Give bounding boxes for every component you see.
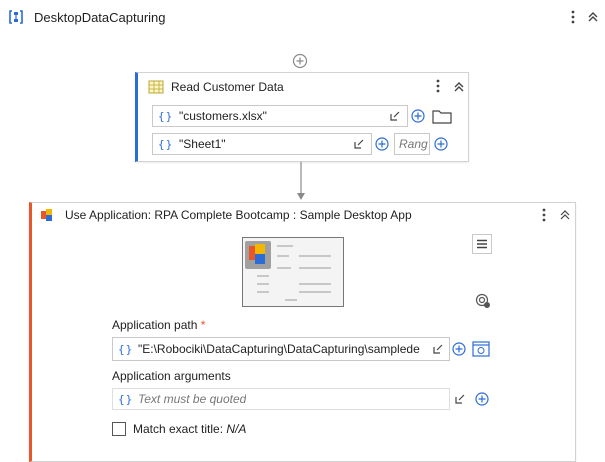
menu-lines-icon[interactable] bbox=[472, 234, 492, 254]
excel-icon bbox=[148, 80, 164, 94]
plus-circle-icon[interactable] bbox=[375, 137, 389, 151]
more-options-icon[interactable] bbox=[433, 78, 443, 94]
match-exact-title-value: N/A bbox=[226, 422, 247, 436]
app-path-field[interactable]: {} "E:\Robociki\DataCapturing\DataCaptur… bbox=[112, 337, 450, 361]
app-path-label: Application path * bbox=[112, 318, 206, 332]
collapse-icon[interactable] bbox=[586, 10, 600, 24]
use-application-activity[interactable]: Use Application: RPA Complete Bootcamp :… bbox=[29, 202, 576, 462]
expression-icon: {} bbox=[118, 343, 134, 356]
app-path-value: "E:\Robociki\DataCapturing\DataCapturing… bbox=[138, 342, 420, 356]
workbook-path-field[interactable]: {} "customers.xlsx" bbox=[152, 105, 408, 127]
sheet-name-value: "Sheet1" bbox=[179, 137, 226, 151]
read-customer-data-activity[interactable]: Read Customer Data {} "customers.xlsx" {… bbox=[135, 72, 469, 162]
workbook-path-value: "customers.xlsx" bbox=[179, 109, 267, 123]
plus-circle-icon[interactable] bbox=[434, 137, 448, 151]
expression-icon: {} bbox=[158, 138, 174, 151]
range-placeholder: Rang bbox=[399, 137, 428, 151]
expand-editor-icon[interactable] bbox=[353, 138, 365, 150]
app-args-placeholder: Text must be quoted bbox=[138, 392, 247, 406]
range-field[interactable]: Rang bbox=[394, 133, 430, 155]
target-indicator-icon[interactable] bbox=[475, 293, 491, 309]
application-icon bbox=[40, 208, 56, 222]
browse-folder-icon[interactable] bbox=[431, 107, 453, 125]
expand-editor-icon[interactable] bbox=[432, 343, 444, 355]
browse-application-icon[interactable] bbox=[471, 339, 491, 359]
sequence-icon bbox=[8, 9, 24, 25]
plus-circle-icon[interactable] bbox=[475, 392, 489, 406]
collapse-icon[interactable] bbox=[452, 80, 466, 94]
sheet-name-field[interactable]: {} "Sheet1" bbox=[152, 133, 372, 155]
expand-editor-icon[interactable] bbox=[454, 393, 466, 405]
add-activity-icon[interactable] bbox=[292, 53, 308, 69]
flow-connector bbox=[295, 162, 307, 202]
more-options-icon[interactable] bbox=[539, 207, 549, 223]
more-options-icon[interactable] bbox=[567, 9, 579, 25]
collapse-icon[interactable] bbox=[558, 208, 572, 222]
plus-circle-icon[interactable] bbox=[411, 109, 425, 123]
match-exact-title-label: Match exact title: N/A bbox=[133, 422, 247, 436]
match-exact-title-checkbox[interactable] bbox=[112, 422, 126, 436]
app-args-field[interactable]: {} Text must be quoted bbox=[112, 388, 465, 410]
expand-editor-icon[interactable] bbox=[389, 110, 401, 122]
required-marker: * bbox=[200, 318, 206, 332]
sequence-title: DesktopDataCapturing bbox=[34, 10, 166, 25]
use-app-title: Use Application: RPA Complete Bootcamp :… bbox=[65, 208, 412, 222]
sequence-header: DesktopDataCapturing bbox=[0, 0, 605, 34]
app-screenshot-thumbnail[interactable] bbox=[242, 237, 344, 307]
app-args-label: Application arguments bbox=[112, 369, 231, 383]
expression-icon: {} bbox=[158, 110, 174, 123]
expression-icon: {} bbox=[118, 393, 134, 406]
read-activity-title: Read Customer Data bbox=[171, 80, 284, 94]
plus-circle-icon[interactable] bbox=[452, 342, 466, 356]
